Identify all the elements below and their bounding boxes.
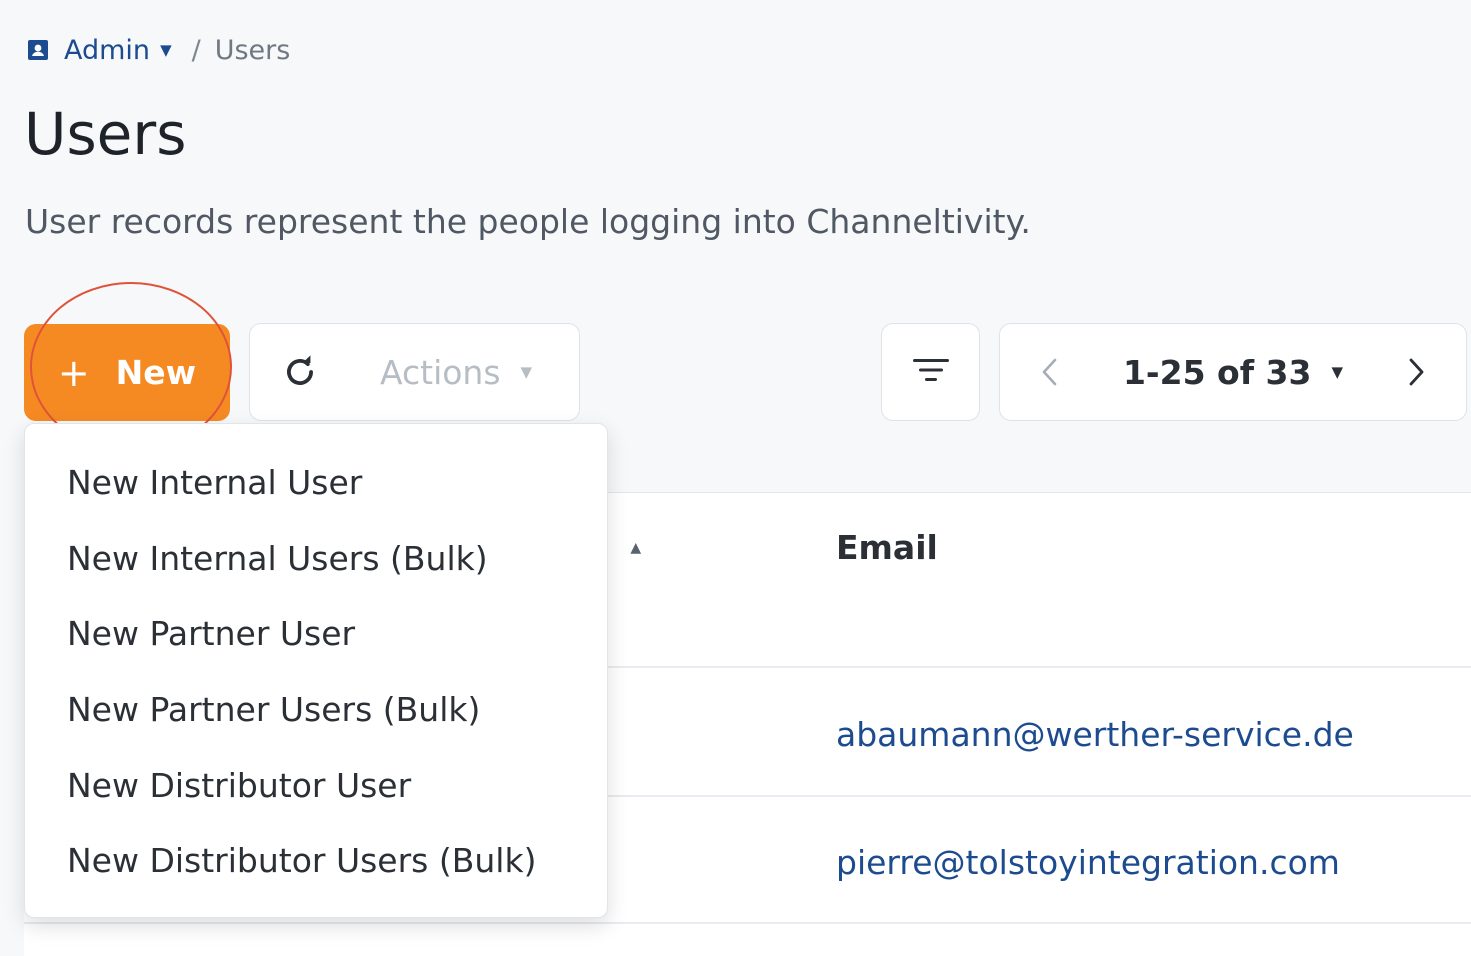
page-title: Users (24, 100, 187, 168)
column-header-email[interactable]: Email (836, 528, 938, 567)
pagination: 1-25 of 33 ▼ (999, 323, 1467, 421)
filter-icon (912, 355, 950, 389)
table-row-email[interactable]: abaumann@werther-service.de (836, 715, 1354, 754)
menu-item-new-distributor-user[interactable]: New Distributor User (25, 747, 607, 823)
new-dropdown-menu: New Internal User New Internal Users (Bu… (24, 423, 608, 918)
new-button[interactable]: + New (24, 324, 230, 421)
menu-item-new-partner-users-bulk[interactable]: New Partner Users (Bulk) (25, 672, 607, 748)
menu-item-new-distributor-users-bulk[interactable]: New Distributor Users (Bulk) (25, 823, 607, 899)
plus-icon: + (57, 350, 90, 395)
menu-item-new-partner-user[interactable]: New Partner User (25, 596, 607, 672)
breadcrumb-separator: / (191, 34, 201, 66)
chevron-right-icon[interactable] (1368, 357, 1466, 387)
caret-down-icon: ▼ (160, 41, 172, 59)
refresh-actions-group: Actions ▼ (249, 323, 580, 421)
refresh-icon[interactable] (250, 324, 350, 420)
caret-down-icon: ▼ (1331, 363, 1344, 381)
filter-button[interactable] (881, 323, 980, 421)
new-button-label: New (115, 353, 197, 392)
menu-item-new-internal-users-bulk[interactable]: New Internal Users (Bulk) (25, 521, 607, 597)
row-divider (24, 922, 1471, 924)
actions-dropdown[interactable]: Actions ▼ (380, 353, 532, 392)
chevron-left-icon[interactable] (1000, 357, 1098, 387)
caret-down-icon: ▼ (520, 363, 533, 381)
breadcrumb-current: Users (214, 34, 291, 66)
breadcrumb: Admin ▼ / Users (26, 30, 290, 70)
page-description: User records represent the people loggin… (25, 202, 1031, 241)
breadcrumb-admin[interactable]: Admin ▼ (26, 35, 172, 66)
contact-card-icon (26, 38, 50, 62)
page-range-label: 1-25 of 33 (1122, 352, 1312, 392)
actions-label: Actions (380, 352, 501, 392)
page-range-selector[interactable]: 1-25 of 33 ▼ (1098, 353, 1368, 392)
menu-item-new-internal-user[interactable]: New Internal User (25, 445, 607, 521)
breadcrumb-admin-label: Admin (64, 34, 151, 66)
table-row-email[interactable]: pierre@tolstoyintegration.com (836, 843, 1340, 882)
sort-asc-icon[interactable]: ▲ (630, 540, 641, 556)
